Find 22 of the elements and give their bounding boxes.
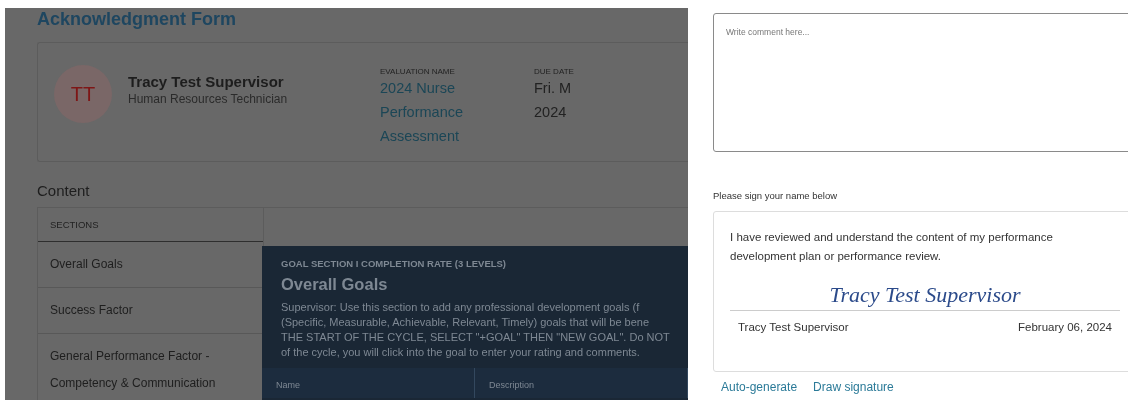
column-header: Name xyxy=(262,368,475,398)
field-label: EVALUATION NAME xyxy=(380,67,456,76)
signer-name: Tracy Test Supervisor xyxy=(738,321,849,333)
column-header: SECTIONS xyxy=(38,208,263,242)
section-heading: Content xyxy=(37,182,91,199)
link[interactable]: Draw signature xyxy=(813,380,894,394)
field-value: Fri. M 2024 xyxy=(534,79,573,122)
goal-description: Supervisor: Use this section to add any professional development goals (f (Specific, Measurable, Achievable, Relevant, Timely) goals that will be bene THE START OF THE CYCLE, SELECT "+GOAL" THEN "NEW GOAL". Do NOT of the cycle, you will click into the goal to enter your rating and comments. xyxy=(281,300,671,360)
sign-date: February 06, 2024 xyxy=(1018,321,1112,333)
statement-text: I have reviewed and understand the content of my performance development plan or performance review. xyxy=(730,230,1054,264)
person-name: Tracy Test Supervisor xyxy=(128,73,285,90)
goal-title: Overall Goals xyxy=(281,275,389,294)
avatar: TT xyxy=(54,65,112,123)
goal-overline: GOAL SECTION I COMPLETION RATE (3 LEVELS) xyxy=(281,258,508,269)
field-value: 2024 Nurse Performance Assessment xyxy=(380,79,464,146)
page-title: Acknowledgment Form xyxy=(37,8,238,30)
comment-field[interactable]: Write comment here... xyxy=(713,13,1128,152)
link[interactable]: Auto-generate xyxy=(721,380,798,394)
signature: Tracy Test Supervisor xyxy=(730,282,1120,311)
sign-prompt: Please sign your name below xyxy=(713,190,839,201)
field-label: DUE DATE xyxy=(534,67,575,76)
person-role: Human Resources Technician xyxy=(128,92,289,106)
